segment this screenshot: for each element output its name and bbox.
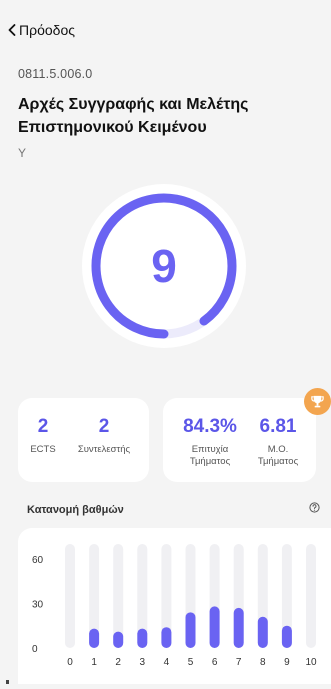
grade-bar-4[interactable] <box>161 627 172 648</box>
x-tick-label: 5 <box>188 657 194 668</box>
grade-bar-2[interactable] <box>113 631 124 648</box>
trophy-glyph <box>311 395 324 408</box>
y-tick-label: 0 <box>32 644 38 655</box>
back-label: Πρόοδος <box>19 22 75 38</box>
department-stats-card: 84.3% Επιτυχία Τμήματος 6.81 Μ.Ο. Τμήματ… <box>163 398 316 482</box>
grade-gauge: 9 <box>82 184 246 348</box>
coefficient-stat: 2 Συντελεστής <box>68 416 140 456</box>
chevron-left-icon <box>8 24 16 36</box>
average-label-line-2: Τμήματος <box>257 456 299 467</box>
average-value: 6.81 <box>259 416 297 437</box>
average-label-line-1: Μ.Ο. <box>267 444 289 455</box>
x-tick-label: 3 <box>140 657 146 668</box>
back-button[interactable]: Πρόοδος <box>8 22 75 38</box>
credits-card: 2 ECTS 2 Συντελεστής <box>18 398 149 482</box>
bar-track <box>306 544 316 648</box>
pass-rate-label-line-1: Επιτυχία <box>191 444 229 455</box>
coefficient-label: Συντελεστής <box>77 444 131 455</box>
ects-label: ECTS <box>30 444 56 455</box>
grade-bar-9[interactable] <box>281 625 292 648</box>
grade-distribution-chart: 0 30 60 0 1 2 3 4 5 6 7 8 9 10 <box>32 544 317 668</box>
pass-rate-label-line-2: Τμήματος <box>189 456 231 467</box>
average-stat: 6.81 Μ.Ο. Τμήματος <box>249 416 307 468</box>
grade-value: 9 <box>151 240 177 292</box>
ects-stat: 2 ECTS <box>26 416 60 456</box>
coefficient-value: 2 <box>98 416 110 437</box>
x-tick-label: 10 <box>305 657 317 668</box>
x-tick-label: 1 <box>91 657 97 668</box>
pass-rate-value: 84.3% <box>183 416 237 437</box>
pass-rate-label: Επιτυχία Τμήματος <box>175 444 245 468</box>
grade-bar-5[interactable] <box>185 612 196 648</box>
trophy-icon[interactable] <box>304 388 331 415</box>
course-code: 0811.5.006.0 <box>18 67 93 81</box>
grade-bar-1[interactable] <box>89 628 100 648</box>
grade-bar-7[interactable] <box>233 607 244 648</box>
ects-value: 2 <box>37 416 49 437</box>
y-tick-label: 30 <box>32 599 44 610</box>
x-tick-label: 0 <box>67 657 73 668</box>
x-tick-label: 7 <box>236 657 242 668</box>
x-tick-label: 4 <box>164 657 170 668</box>
pass-rate-stat: 84.3% Επιτυχία Τμήματος <box>175 416 245 468</box>
grade-distribution-chart-card: 0 30 60 0 1 2 3 4 5 6 7 8 9 10 <box>18 528 331 684</box>
help-icon[interactable] <box>309 502 320 513</box>
course-title-line-2: Επιστημονικού Κειμένου <box>18 119 207 136</box>
course-title: Αρχές Συγγραφής και Μελέτης Επιστημονικο… <box>18 93 318 139</box>
grade-bar-8[interactable] <box>257 616 268 648</box>
x-tick-label: 6 <box>212 657 218 668</box>
grade-bar-6[interactable] <box>209 606 220 648</box>
average-label: Μ.Ο. Τμήματος <box>249 444 307 468</box>
course-title-line-1: Αρχές Συγγραφής και Μελέτης <box>18 96 249 113</box>
x-tick-label: 2 <box>115 657 121 668</box>
bar-track <box>65 544 75 648</box>
grade-bar-3[interactable] <box>137 628 148 648</box>
distribution-title: Κατανομή βαθμών <box>27 504 124 516</box>
x-tick-label: 8 <box>260 657 266 668</box>
y-tick-label: 60 <box>32 555 44 566</box>
course-type: Υ <box>18 146 27 160</box>
corner-mark <box>6 680 9 684</box>
x-tick-label: 9 <box>284 657 290 668</box>
